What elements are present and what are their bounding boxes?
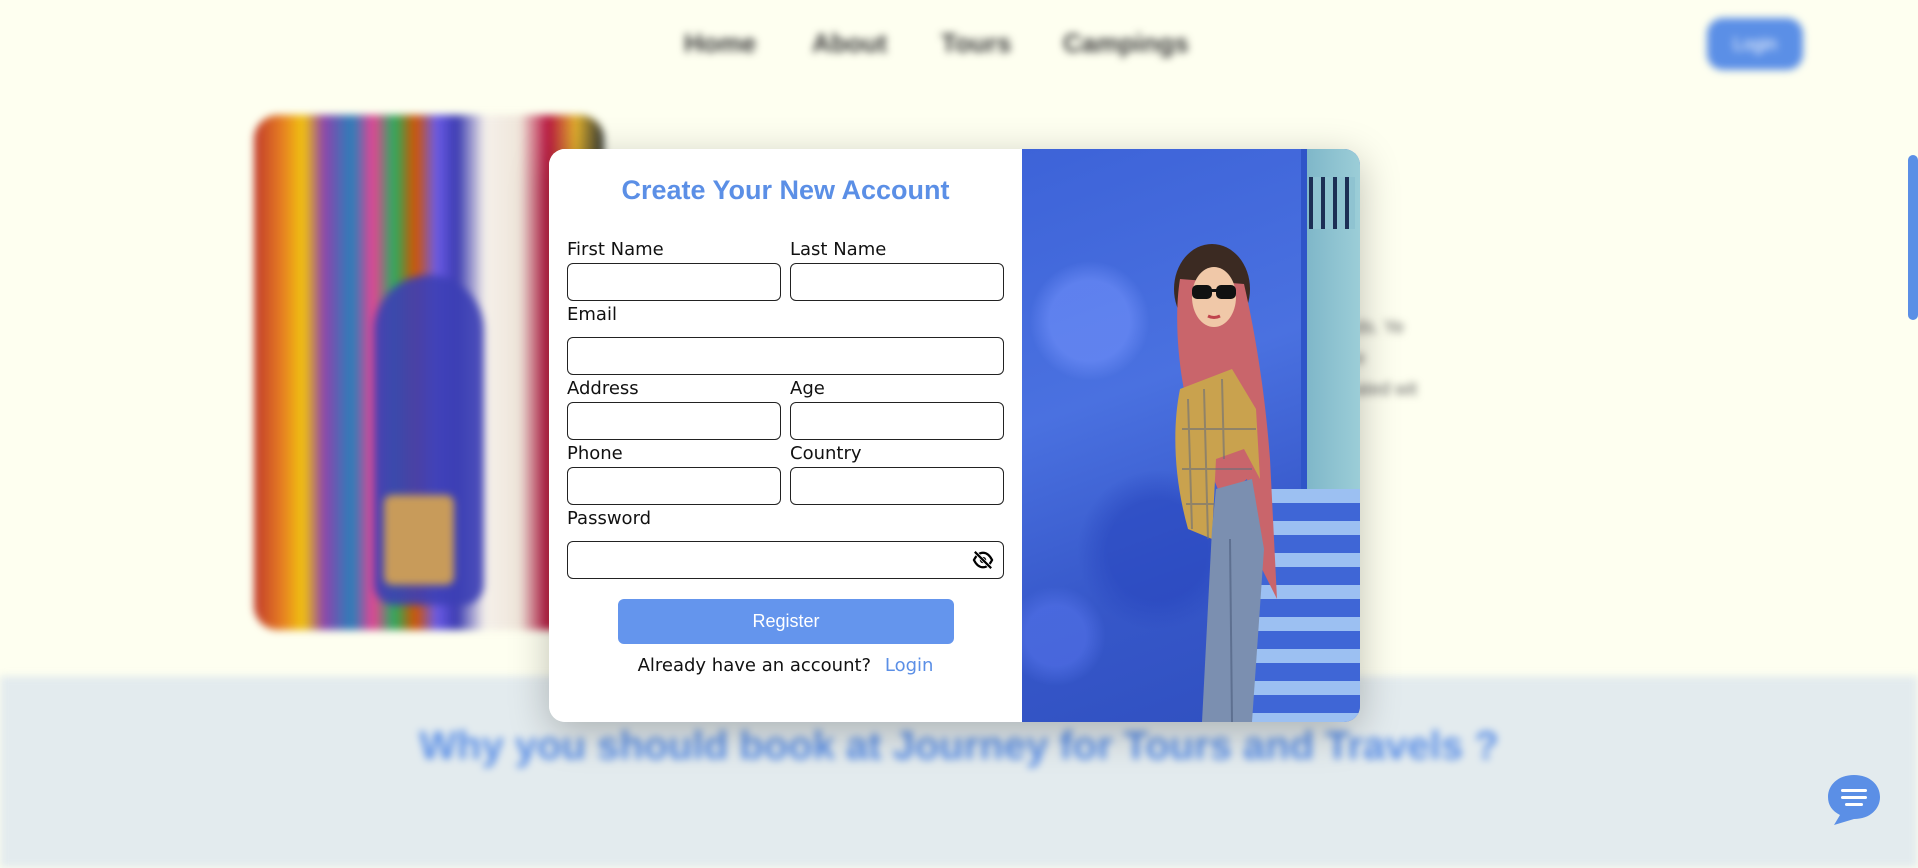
password-wrapper xyxy=(567,541,1004,579)
age-label: Age xyxy=(790,378,825,399)
hero-bag xyxy=(384,495,454,585)
eye-slash-icon[interactable] xyxy=(972,550,994,570)
page-scrollbar[interactable] xyxy=(1908,155,1918,320)
last-name-label: Last Name xyxy=(790,239,887,260)
signup-photo xyxy=(1022,149,1360,722)
hero-text-line: e xyxy=(1355,348,1366,368)
door-window xyxy=(1309,177,1355,229)
hero-text-line: ated wit xyxy=(1355,379,1418,399)
chat-button[interactable] xyxy=(1826,773,1882,827)
register-form: Create Your New Account First Name Last … xyxy=(549,149,1022,722)
chat-bubble-icon xyxy=(1828,775,1880,825)
first-name-label: First Name xyxy=(567,239,664,260)
nav-login-button[interactable]: Login xyxy=(1707,18,1803,70)
login-prompt-text: Already have an account? xyxy=(637,655,872,676)
hero-text-line: ds. Ye xyxy=(1355,317,1405,337)
country-label: Country xyxy=(790,443,862,464)
nav-about[interactable]: About xyxy=(812,28,887,59)
login-prompt: Already have an account? Login xyxy=(549,655,1022,676)
phone-label: Phone xyxy=(567,443,623,464)
login-link[interactable]: Login xyxy=(885,655,934,676)
nav-tours[interactable]: Tours xyxy=(941,28,1011,59)
address-input[interactable] xyxy=(567,402,781,440)
register-modal: Create Your New Account First Name Last … xyxy=(549,149,1360,722)
nav-campings[interactable]: Campings xyxy=(1063,28,1189,59)
age-input[interactable] xyxy=(790,402,1004,440)
phone-input[interactable] xyxy=(567,467,781,505)
register-button[interactable]: Register xyxy=(618,599,954,644)
address-label: Address xyxy=(567,378,639,399)
email-label: Email xyxy=(567,304,617,325)
country-input[interactable] xyxy=(790,467,1004,505)
hero-text: ds. Ye e ated wit xyxy=(1355,312,1417,405)
email-input[interactable] xyxy=(567,337,1004,375)
features-title: Why you should book at Journey for Tours… xyxy=(419,724,1499,768)
woman-figure xyxy=(1174,244,1277,722)
top-nav: Home About Tours Campings xyxy=(0,28,1918,68)
first-name-input[interactable] xyxy=(567,263,781,301)
last-name-input[interactable] xyxy=(790,263,1004,301)
password-label: Password xyxy=(567,508,652,529)
password-input[interactable] xyxy=(567,541,1004,579)
form-title: Create Your New Account xyxy=(621,175,950,205)
nav-home[interactable]: Home xyxy=(684,28,756,59)
